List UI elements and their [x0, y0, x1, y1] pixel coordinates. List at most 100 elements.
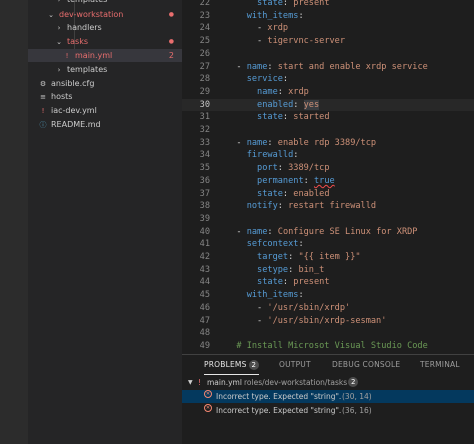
line-number: 49	[199, 340, 210, 351]
yaml-file-icon: !	[65, 52, 69, 60]
info-icon: ⓘ	[39, 121, 47, 129]
line-number: 39	[199, 213, 210, 224]
explorer-item[interactable]: ! main.yml 2	[28, 49, 182, 62]
code-line: 37 state: enabled	[182, 188, 474, 201]
line-number: 43	[199, 264, 210, 275]
explorer-item-label: templates	[67, 65, 108, 74]
line-number: 25	[199, 36, 210, 47]
problem-item[interactable]: ✕ Incorrect type. Expected "string". (36…	[182, 404, 474, 417]
code-line: 32	[182, 124, 474, 137]
error-icon: ✕	[204, 390, 212, 398]
tab-terminal-label: TERMINAL	[420, 360, 460, 369]
code-text: state: present	[257, 0, 330, 8]
yaml-file-icon: !	[198, 378, 202, 387]
explorer-item[interactable]: › templates	[28, 0, 182, 6]
code-text: - name: start and enable xrdp service	[226, 61, 428, 72]
explorer-item[interactable]: ! iac-dev.yml	[28, 104, 182, 117]
line-number: 46	[199, 302, 210, 313]
code-text: enabled: yes	[257, 99, 320, 110]
line-number: 32	[199, 125, 210, 135]
explorer-item[interactable]: ⌄ tasks ●	[28, 35, 182, 48]
text-file-icon: ≡	[40, 93, 46, 101]
line-number: 26	[199, 48, 210, 59]
code-text: - name: Configure SE Linux for XRDP	[226, 226, 418, 237]
code-text: state: enabled	[257, 188, 330, 199]
tab-debug-console[interactable]: DEBUG CONSOLE	[332, 360, 400, 369]
explorer-item[interactable]: › templates	[28, 63, 182, 76]
line-number: 42	[199, 252, 210, 262]
explorer-item-label: dev-workstation	[59, 10, 124, 19]
code-line: 24 - xrdp	[182, 22, 474, 35]
code-text: # Install Microsot Visual Studio Code	[226, 340, 428, 351]
line-number: 36	[199, 175, 210, 186]
tab-output[interactable]: OUTPUT	[279, 360, 311, 369]
chevron-right-icon: ›	[57, 0, 61, 4]
problems-panel: PROBLEMS 2 OUTPUT DEBUG CONSOLE TERMINAL …	[182, 354, 474, 444]
explorer-item[interactable]: ⚙ ansible.cfg	[28, 77, 182, 90]
explorer-item-label: templates	[67, 0, 107, 6]
tab-debug-console-label: DEBUG CONSOLE	[332, 360, 401, 369]
code-text: permanent: true	[257, 175, 335, 186]
code-text: with_items:	[246, 290, 304, 301]
code-line: 39	[182, 213, 474, 226]
code-editor[interactable]: 22 state: present 23 with_items: 24 - xrdp…	[182, 0, 474, 354]
line-number: 31	[199, 112, 210, 123]
code-line: 42 target: "{{ item }}"	[182, 251, 474, 264]
code-line: 26	[182, 48, 474, 61]
explorer-item-label: tasks	[67, 37, 89, 46]
line-number: 45	[199, 290, 210, 301]
tab-problems[interactable]: PROBLEMS 2	[204, 360, 260, 375]
line-number: 40	[199, 226, 210, 237]
problems-file-name: main.yml	[207, 378, 242, 387]
explorer-item[interactable]: › handlers	[28, 21, 182, 34]
code-text: - name: enable rdp 3389/tcp	[226, 137, 377, 148]
line-number: 37	[199, 188, 210, 199]
problem-item[interactable]: ✕ Incorrect type. Expected "string". (30…	[182, 390, 474, 403]
explorer-item[interactable]: ≡ hosts	[28, 90, 182, 103]
code-line: 27 - name: start and enable xrdp service	[182, 61, 474, 74]
code-text: - xrdp	[226, 23, 289, 34]
line-number: 41	[199, 239, 210, 250]
code-line: 30 enabled: yes	[182, 98, 474, 112]
chevron-down-icon: ▼	[188, 379, 193, 386]
code-line: 36 permanent: true	[182, 175, 474, 188]
problem-message: Incorrect type. Expected "string".	[216, 392, 342, 401]
code-line: 31 state: started	[182, 111, 474, 124]
explorer-item[interactable]: ⓘ README.md	[28, 118, 182, 131]
code-line: 41 sefcontext:	[182, 238, 474, 251]
code-line: 38 notify: restart firewalld	[182, 200, 474, 213]
line-number: 47	[199, 315, 210, 326]
modified-status-dot: ●	[168, 11, 174, 18]
explorer-item[interactable]: ⌄ dev-workstation ●	[28, 8, 182, 21]
code-line: 46 - '/usr/sbin/xrdp'	[182, 302, 474, 315]
chevron-down-icon: ⌄	[56, 38, 62, 46]
tab-terminal[interactable]: TERMINAL	[420, 360, 460, 369]
code-text: target: "{{ item }}"	[257, 252, 361, 262]
code-text: state: present	[257, 277, 330, 288]
explorer-sidebar: › templates ⌄ dev-workstation ● ›handlers⌄ tas…	[28, 0, 182, 444]
line-number: 24	[199, 23, 210, 34]
code-text: state: started	[257, 112, 330, 123]
line-number: 30	[199, 99, 210, 110]
modified-status-dot: ●	[168, 38, 174, 45]
explorer-item-label: main.yml	[75, 51, 113, 60]
line-number: 35	[199, 163, 210, 174]
chevron-right-icon: ›	[57, 66, 61, 74]
line-number: 34	[199, 150, 210, 161]
chevron-right-icon: ›	[57, 24, 61, 32]
problems-file-group[interactable]: ▼ ! main.yml roles/dev-workstation/tasks…	[182, 376, 474, 389]
code-text: notify: restart firewalld	[246, 201, 377, 212]
problems-count-badge: 2	[248, 360, 260, 370]
code-line: 29 name: xrdp	[182, 86, 474, 99]
line-number: 23	[199, 10, 210, 21]
code-text: name: xrdp	[257, 86, 309, 97]
explorer-item-label: hosts	[51, 92, 73, 101]
code-line: 35 port: 3389/tcp	[182, 162, 474, 175]
problems-file-path: roles/dev-workstation/tasks	[244, 378, 348, 387]
code-line: 48	[182, 327, 474, 340]
panel-tabs: PROBLEMS 2 OUTPUT DEBUG CONSOLE TERMINAL	[182, 355, 474, 375]
code-text: sefcontext:	[246, 239, 304, 250]
line-number: 48	[199, 328, 210, 339]
code-text: firewalld:	[246, 150, 299, 161]
code-line: 47 - '/usr/sbin/xrdp-sesman'	[182, 315, 474, 328]
